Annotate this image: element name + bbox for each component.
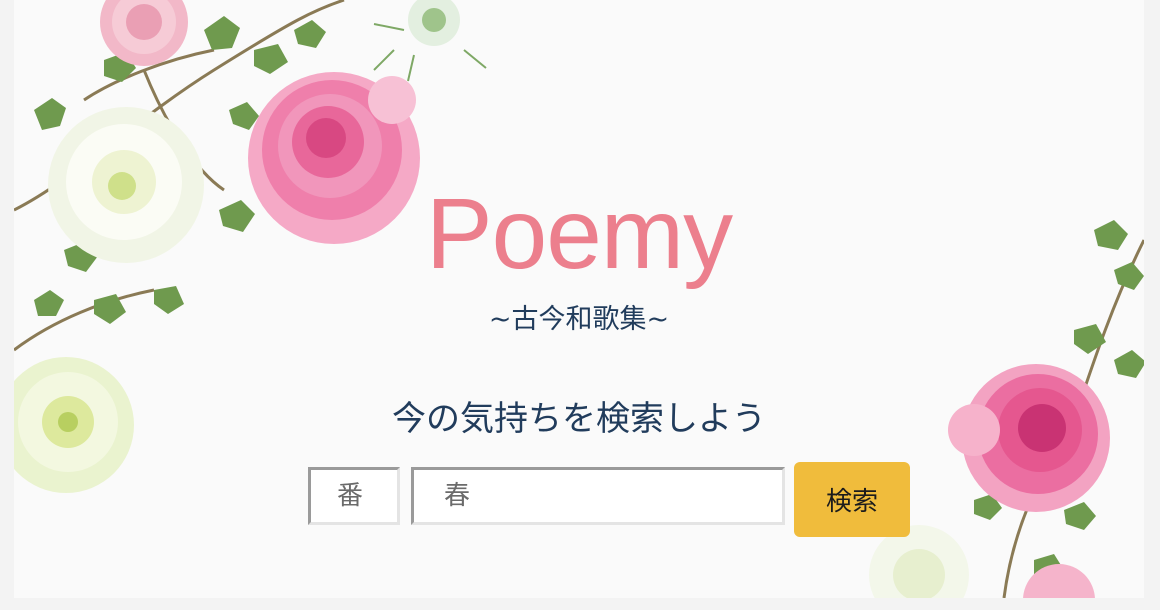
search-prompt: 今の気持ちを検索しよう [392, 399, 766, 439]
hero-section: Poemy ~古今和歌集~ 今の気持ちを検索しよう 検索 [14, 0, 1144, 598]
keyword-search-input[interactable] [411, 467, 785, 525]
app-subtitle: ~古今和歌集~ [488, 304, 670, 335]
app-title: Poemy [425, 178, 733, 290]
poem-number-input[interactable] [308, 467, 400, 525]
search-button[interactable]: 検索 [794, 462, 910, 537]
nigella-flower [373, 0, 487, 82]
pink-carnation-flower [100, 0, 188, 66]
